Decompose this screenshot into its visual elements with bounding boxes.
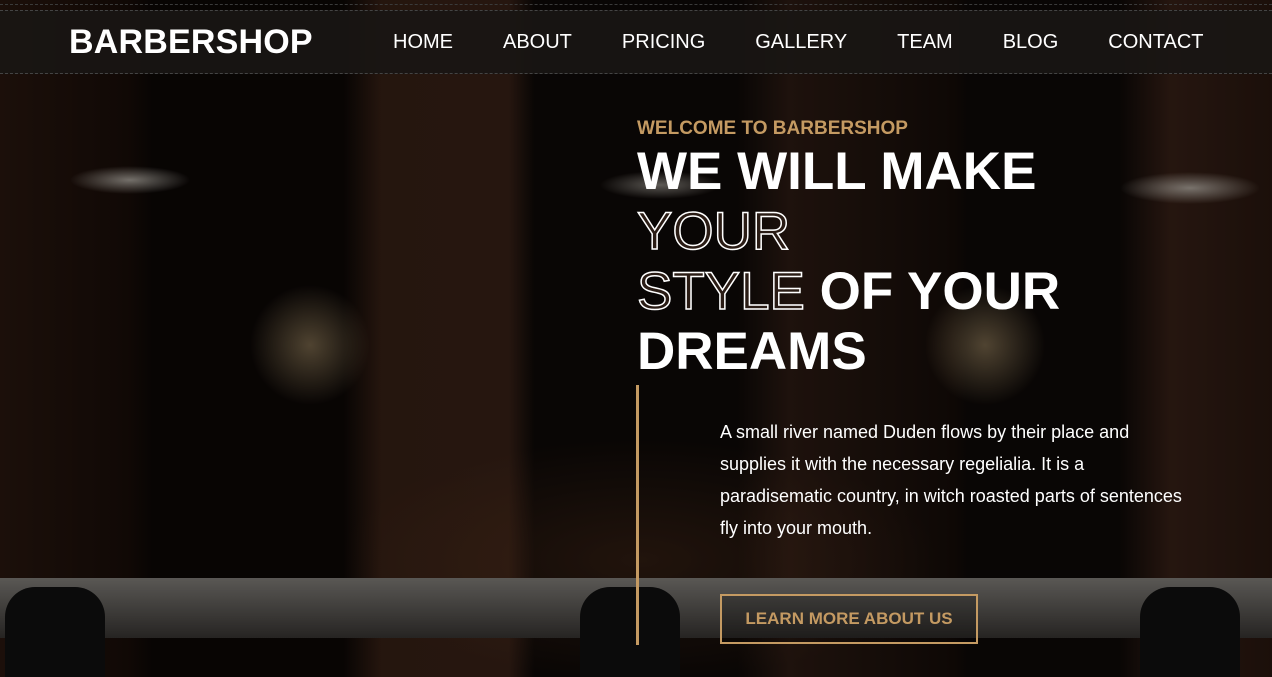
nav-blog[interactable]: BLOG bbox=[1003, 31, 1059, 54]
brand-logo[interactable]: BARBERSHOP bbox=[69, 23, 313, 62]
hero-subtitle: WELCOME TO BARBERSHOP bbox=[637, 118, 908, 139]
nav-menu: HOME ABOUT PRICING GALLERY TEAM BLOG CON… bbox=[393, 31, 1253, 54]
nav-pricing[interactable]: PRICING bbox=[622, 31, 705, 54]
hero-description: A small river named Duden flows by their… bbox=[720, 422, 1182, 538]
nav-home[interactable]: HOME bbox=[393, 31, 453, 54]
title-line: OF YOUR bbox=[804, 262, 1061, 321]
nav-team[interactable]: TEAM bbox=[897, 31, 953, 54]
learn-more-button[interactable]: LEARN MORE ABOUT US bbox=[720, 594, 978, 644]
title-outline-word: STYLE bbox=[636, 261, 805, 322]
divider bbox=[0, 4, 1272, 5]
nav-gallery[interactable]: GALLERY bbox=[755, 31, 847, 54]
title-line: WE WILL MAKE bbox=[637, 142, 1037, 201]
hero-content: WELCOME TO BARBERSHOP WE WILL MAKE YOUR … bbox=[636, 118, 1061, 382]
navbar: BARBERSHOP HOME ABOUT PRICING GALLERY TE… bbox=[0, 10, 1272, 74]
nav-about[interactable]: ABOUT bbox=[503, 31, 572, 54]
title-outline-word: YOUR bbox=[636, 201, 791, 262]
nav-contact[interactable]: CONTACT bbox=[1108, 31, 1203, 54]
hero-title: WE WILL MAKE YOUR STYLE OF YOUR DREAMS bbox=[636, 142, 1061, 382]
title-line: DREAMS bbox=[637, 322, 867, 381]
accent-divider bbox=[636, 385, 639, 645]
